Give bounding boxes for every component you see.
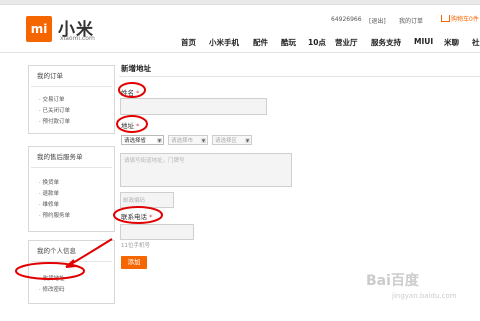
annotation-circle-phone — [113, 206, 163, 224]
watermark-logo: Bai百度 — [366, 273, 419, 289]
watermark-url: jingyan.baidu.com — [392, 292, 457, 300]
annotation-arrow — [65, 238, 113, 268]
annotation-circle-address — [116, 115, 148, 133]
annotation-circle-name — [118, 82, 146, 98]
